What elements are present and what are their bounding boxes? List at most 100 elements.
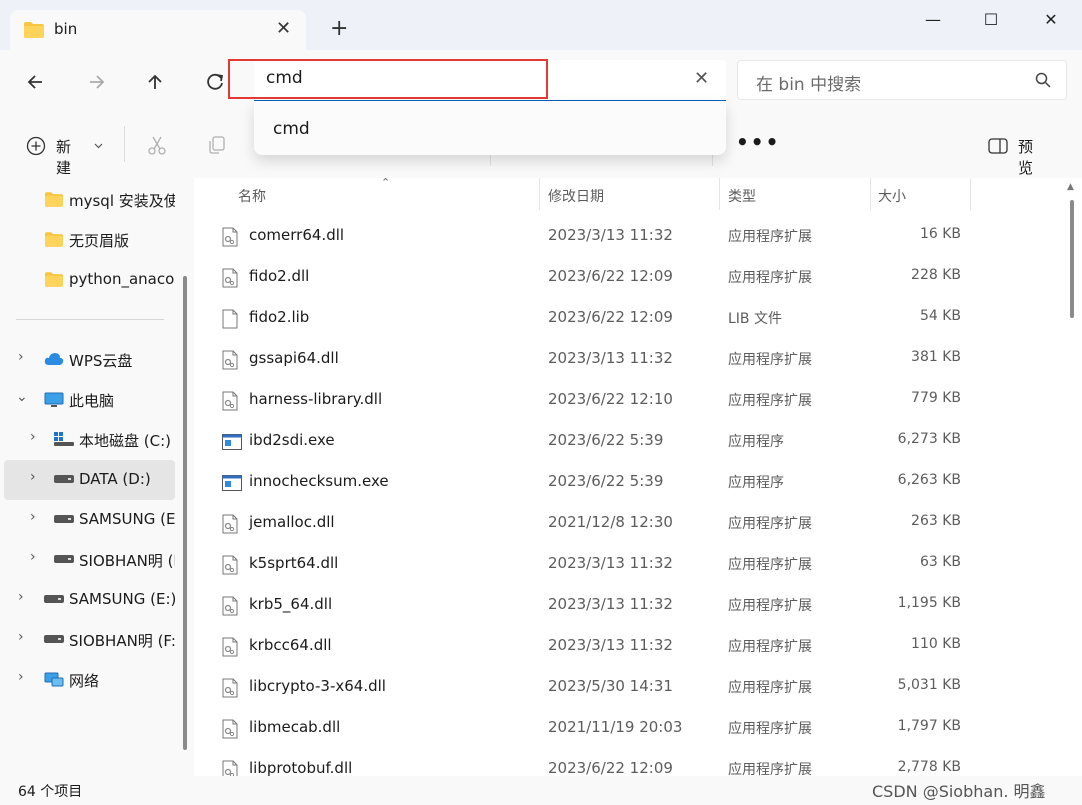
- file-type: 应用程序扩展: [728, 393, 812, 409]
- chevron-right-icon[interactable]: ›: [18, 589, 24, 605]
- column-divider[interactable]: [970, 178, 971, 210]
- refresh-icon[interactable]: [201, 68, 229, 96]
- sidebar-item-label: SIOBHAN明 (I: [79, 552, 175, 570]
- item-count: 64 个项目: [18, 784, 83, 800]
- cut-icon[interactable]: [146, 134, 168, 156]
- file-row[interactable]: jemalloc.dll 2021/12/8 12:30 应用程序扩展 263 KB: [194, 503, 1082, 544]
- column-divider[interactable]: [539, 178, 540, 210]
- dll-file-icon: [222, 760, 238, 776]
- chevron-right-icon[interactable]: ›: [18, 669, 24, 685]
- drive-icon: [54, 555, 74, 563]
- dll-file-icon: [222, 596, 238, 616]
- sidebar-item-label: 无页眉版: [69, 232, 130, 250]
- file-row[interactable]: k5sprt64.dll 2023/3/13 11:32 应用程序扩展 63 KB: [194, 544, 1082, 585]
- file-row[interactable]: innochecksum.exe 2023/6/22 5:39 应用程序 6,263 …: [194, 462, 1082, 503]
- file-list-scrollbar[interactable]: [1070, 200, 1074, 318]
- column-size[interactable]: 大小: [878, 186, 906, 206]
- file-type: 应用程序: [728, 475, 784, 491]
- copy-icon[interactable]: [206, 134, 228, 156]
- sidebar-item-network[interactable]: › 网络: [0, 660, 175, 700]
- chevron-right-icon[interactable]: ›: [18, 349, 24, 365]
- plus-circle-icon: [26, 136, 46, 156]
- sidebar-item-folder[interactable]: python_anacor: [0, 260, 175, 300]
- tab-bin[interactable]: bin ✕: [10, 10, 306, 50]
- sidebar-item-folder[interactable]: mysql 安装及使: [0, 180, 175, 220]
- file-row[interactable]: krbcc64.dll 2023/3/13 11:32 应用程序扩展 110 KB: [194, 626, 1082, 667]
- search-placeholder: 在 bin 中搜索: [756, 75, 862, 95]
- tab-close-icon[interactable]: ✕: [276, 18, 291, 39]
- file-type: 应用程序扩展: [728, 352, 812, 368]
- dll-file-icon: [222, 391, 238, 411]
- close-window-button[interactable]: ✕: [1028, 10, 1074, 30]
- sidebar-item-label: python_anacor: [69, 270, 175, 288]
- column-type[interactable]: 类型: [728, 186, 756, 206]
- sidebar-item-drive[interactable]: › SAMSUNG (E: [0, 500, 175, 540]
- file-row[interactable]: gssapi64.dll 2023/3/13 11:32 应用程序扩展 381 KB: [194, 339, 1082, 380]
- chevron-right-icon[interactable]: ›: [30, 469, 36, 485]
- dll-file-icon: [222, 268, 238, 288]
- file-date: 2023/3/13 11:32: [548, 636, 673, 654]
- column-divider[interactable]: [870, 178, 871, 210]
- exe-file-icon: [222, 434, 242, 450]
- file-row[interactable]: fido2.lib 2023/6/22 12:09 LIB 文件 54 KB: [194, 298, 1082, 339]
- more-options-button[interactable]: •••: [736, 130, 780, 154]
- dll-file-icon: [222, 514, 238, 534]
- dll-file-icon: [222, 227, 238, 247]
- file-name: libprotobuf.dll: [249, 759, 353, 776]
- search-input[interactable]: 在 bin 中搜索: [737, 60, 1067, 100]
- sidebar-item-drive-e[interactable]: › SAMSUNG (E:): [0, 580, 175, 620]
- title-bar: bin ✕ + — ☐ ✕: [0, 0, 1082, 50]
- new-tab-button[interactable]: +: [330, 18, 348, 40]
- column-date[interactable]: 修改日期: [548, 186, 604, 206]
- file-date: 2023/6/22 12:10: [548, 390, 673, 408]
- file-row[interactable]: libcrypto-3-x64.dll 2023/5/30 14:31 应用程序扩展…: [194, 667, 1082, 708]
- address-suggestions: cmd: [254, 101, 726, 155]
- scroll-up-icon[interactable]: ▲: [1067, 182, 1074, 192]
- chevron-right-icon[interactable]: ›: [18, 629, 24, 645]
- sidebar-item-drive-f[interactable]: › SIOBHAN明 (F:): [0, 620, 175, 660]
- sidebar-item-label: 本地磁盘 (C:): [79, 432, 171, 450]
- file-size: 2,778 KB: [897, 759, 961, 775]
- file-row[interactable]: ibd2sdi.exe 2023/6/22 5:39 应用程序 6,273 KB: [194, 421, 1082, 462]
- navigation-pane: mysql 安装及使 无页眉版 python_anacor › WPS云盘 ⌄ …: [0, 178, 194, 776]
- suggestion-item[interactable]: cmd: [273, 119, 310, 139]
- sidebar-item-drive-d[interactable]: › DATA (D:): [4, 460, 175, 500]
- minimize-button[interactable]: —: [910, 10, 956, 30]
- sidebar-item-drive-c[interactable]: › 本地磁盘 (C:): [0, 420, 175, 460]
- file-size: 228 KB: [911, 267, 961, 283]
- file-row[interactable]: libmecab.dll 2021/11/19 20:03 应用程序扩展 1,797 …: [194, 708, 1082, 749]
- column-divider[interactable]: [719, 178, 720, 210]
- file-type: 应用程序扩展: [728, 762, 812, 776]
- chevron-right-icon[interactable]: ›: [30, 549, 36, 565]
- folder-icon: [45, 232, 63, 247]
- file-type: 应用程序扩展: [728, 598, 812, 614]
- clear-icon[interactable]: ✕: [694, 68, 709, 89]
- column-name[interactable]: 名称: [238, 186, 266, 206]
- maximize-button[interactable]: ☐: [968, 10, 1014, 30]
- chevron-right-icon[interactable]: ›: [30, 509, 36, 525]
- file-row[interactable]: comerr64.dll 2023/3/13 11:32 应用程序扩展 16 KB: [194, 216, 1082, 257]
- chevron-right-icon[interactable]: ›: [30, 429, 36, 445]
- file-row[interactable]: libprotobuf.dll 2023/6/22 12:09 应用程序扩展 2,77…: [194, 749, 1082, 776]
- forward-arrow-icon[interactable]: [82, 68, 110, 96]
- file-size: 779 KB: [911, 390, 961, 406]
- file-row[interactable]: krb5_64.dll 2023/3/13 11:32 应用程序扩展 1,195 KB: [194, 585, 1082, 626]
- up-arrow-icon[interactable]: [141, 68, 169, 96]
- file-type: 应用程序扩展: [728, 270, 812, 286]
- sidebar-scrollbar[interactable]: [183, 276, 187, 750]
- sidebar-item-label: SIOBHAN明 (F:): [69, 632, 175, 650]
- sidebar-item-drive[interactable]: › SIOBHAN明 (I: [0, 540, 175, 580]
- file-row[interactable]: fido2.dll 2023/6/22 12:09 应用程序扩展 228 KB: [194, 257, 1082, 298]
- file-row[interactable]: harness-library.dll 2023/6/22 12:10 应用程序扩展…: [194, 380, 1082, 421]
- file-size: 63 KB: [919, 554, 961, 570]
- file-date: 2023/3/13 11:32: [548, 349, 673, 367]
- search-icon[interactable]: [1034, 71, 1052, 89]
- file-date: 2023/3/13 11:32: [548, 226, 673, 244]
- back-arrow-icon[interactable]: [22, 68, 50, 96]
- sidebar-item-folder[interactable]: 无页眉版: [0, 220, 175, 260]
- chevron-down-icon[interactable]: ⌄: [16, 389, 28, 405]
- watermark-text: CSDN @Siobhan. 明鑫: [872, 782, 1046, 801]
- sidebar-item-wps-cloud[interactable]: › WPS云盘: [0, 340, 175, 380]
- sidebar-item-this-pc[interactable]: ⌄ 此电脑: [0, 380, 175, 420]
- pc-icon: [44, 392, 64, 407]
